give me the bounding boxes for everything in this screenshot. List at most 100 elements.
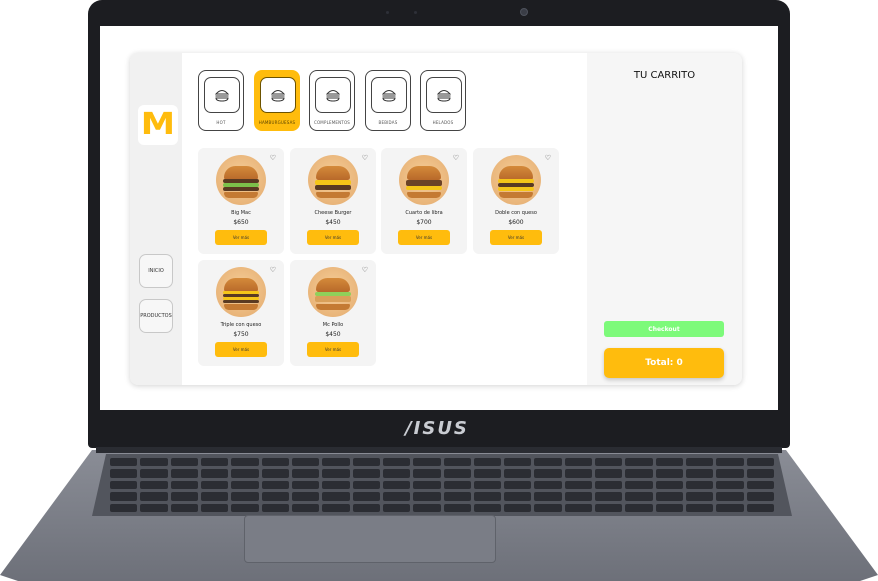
keyboard-key bbox=[200, 492, 229, 501]
favorite-heart-icon[interactable]: ♡ bbox=[545, 154, 551, 162]
product-card-big-mac: ♡ Big Mac $650 Ver más bbox=[198, 148, 284, 254]
keyboard-key bbox=[686, 503, 714, 512]
keyboard-key bbox=[261, 503, 289, 512]
favorite-heart-icon[interactable]: ♡ bbox=[362, 266, 368, 274]
keyboard-key bbox=[473, 480, 502, 490]
keyboard-key bbox=[443, 469, 471, 478]
keyboard-key bbox=[595, 492, 623, 501]
product-image-mc-pollo bbox=[308, 267, 358, 317]
laptop-keyboard bbox=[92, 454, 792, 516]
keyboard-key bbox=[443, 492, 471, 501]
category-label: HOT bbox=[216, 120, 226, 125]
ver-mas-button[interactable]: Ver más bbox=[490, 230, 542, 245]
keyboard-key bbox=[716, 469, 744, 478]
keyboard-key bbox=[625, 458, 653, 467]
category-helados[interactable]: HELADOS bbox=[420, 70, 466, 131]
app-window: M INICIO PRODUCTOS HOT HAMBURGUESAS COMP… bbox=[130, 53, 742, 385]
ver-mas-button[interactable]: Ver más bbox=[215, 230, 267, 245]
keyboard-key bbox=[200, 458, 229, 467]
keyboard-key bbox=[443, 458, 471, 467]
laptop-hinge bbox=[96, 447, 782, 453]
keyboard-key bbox=[595, 480, 623, 490]
keyboard-key bbox=[110, 469, 138, 478]
burger-icon bbox=[214, 90, 230, 102]
keyboard-key bbox=[655, 458, 684, 467]
main-content: HOT HAMBURGUESAS COMPLEMENTOS BEBIDAS HE… bbox=[182, 53, 587, 385]
keyboard-key bbox=[716, 480, 744, 490]
keyboard-key bbox=[595, 503, 623, 512]
keyboard-key bbox=[170, 458, 198, 467]
keyboard-key bbox=[352, 480, 380, 490]
keyboard-key bbox=[504, 480, 532, 490]
nav-productos-button[interactable]: PRODUCTOS bbox=[139, 299, 173, 333]
favorite-heart-icon[interactable]: ♡ bbox=[270, 266, 276, 274]
keyboard-key bbox=[564, 492, 593, 501]
keyboard-key bbox=[261, 480, 289, 490]
product-card-mc-pollo: ♡ Mc Pollo $450 Ver más bbox=[290, 260, 376, 366]
category-icon-box bbox=[260, 77, 296, 113]
cart-title: TU CARRITO bbox=[633, 70, 696, 81]
nav-inicio-button[interactable]: INICIO bbox=[139, 254, 173, 288]
keyboard-key bbox=[504, 458, 532, 467]
keyboard-key bbox=[382, 503, 411, 512]
ver-mas-button[interactable]: Ver más bbox=[307, 342, 359, 357]
keyboard-key bbox=[382, 480, 411, 490]
keyboard-key bbox=[564, 480, 593, 490]
ver-mas-button[interactable]: Ver más bbox=[307, 230, 359, 245]
product-name: Big Mac bbox=[231, 210, 251, 216]
keyboard-key bbox=[504, 503, 532, 512]
keyboard-key bbox=[110, 480, 138, 490]
keyboard-key bbox=[382, 492, 411, 501]
keyboard-key bbox=[686, 469, 714, 478]
favorite-heart-icon[interactable]: ♡ bbox=[453, 154, 459, 162]
product-card-triple-con-queso: ♡ Triple con queso $750 Ver más bbox=[198, 260, 284, 366]
keyboard-key bbox=[200, 503, 229, 512]
ver-mas-button[interactable]: Ver más bbox=[398, 230, 450, 245]
keyboard-key bbox=[291, 480, 320, 490]
sensor-dot bbox=[414, 11, 417, 14]
keyboard-key bbox=[534, 492, 562, 501]
keyboard-key bbox=[625, 469, 653, 478]
keyboard-key bbox=[382, 458, 411, 467]
burger-icon bbox=[436, 90, 452, 102]
category-hamburguesas[interactable]: HAMBURGUESAS bbox=[254, 70, 300, 131]
keyboard-key bbox=[595, 469, 623, 478]
keyboard-key bbox=[413, 458, 441, 467]
category-bebidas[interactable]: BEBIDAS bbox=[365, 70, 411, 131]
keyboard-key bbox=[382, 469, 411, 478]
laptop-touchpad bbox=[244, 515, 496, 563]
keyboard-key bbox=[746, 458, 774, 467]
product-image-doble-con-queso bbox=[491, 155, 541, 205]
keyboard-key bbox=[110, 458, 138, 467]
product-price: $700 bbox=[416, 219, 432, 226]
burger-icon bbox=[381, 90, 397, 102]
keyboard-key bbox=[655, 480, 684, 490]
webcam-icon bbox=[520, 8, 528, 16]
keyboard-key bbox=[625, 492, 653, 501]
keyboard-key bbox=[231, 480, 259, 490]
keyboard-key bbox=[746, 480, 774, 490]
laptop-screen: M INICIO PRODUCTOS HOT HAMBURGUESAS COMP… bbox=[100, 26, 778, 410]
ver-mas-button[interactable]: Ver más bbox=[215, 342, 267, 357]
keyboard-key bbox=[200, 469, 229, 478]
keyboard-key bbox=[140, 480, 168, 490]
keyboard-key bbox=[443, 503, 471, 512]
category-hot[interactable]: HOT bbox=[198, 70, 244, 131]
favorite-heart-icon[interactable]: ♡ bbox=[362, 154, 368, 162]
category-icon-box bbox=[426, 77, 462, 113]
checkout-button[interactable]: Checkout bbox=[604, 321, 724, 337]
keyboard-key bbox=[200, 480, 229, 490]
category-complementos[interactable]: COMPLEMENTOS bbox=[309, 70, 355, 131]
keyboard-key bbox=[473, 469, 502, 478]
product-name: Cuarto de libra bbox=[405, 210, 443, 216]
keyboard-key bbox=[352, 492, 380, 501]
keyboard-key bbox=[140, 503, 168, 512]
keyboard-key bbox=[564, 458, 593, 467]
keyboard-key bbox=[231, 469, 259, 478]
keyboard-key bbox=[352, 469, 380, 478]
product-name: Cheese Burger bbox=[314, 210, 352, 216]
keyboard-key bbox=[595, 458, 623, 467]
keyboard-key bbox=[443, 480, 471, 490]
keyboard-key bbox=[261, 458, 289, 467]
favorite-heart-icon[interactable]: ♡ bbox=[270, 154, 276, 162]
